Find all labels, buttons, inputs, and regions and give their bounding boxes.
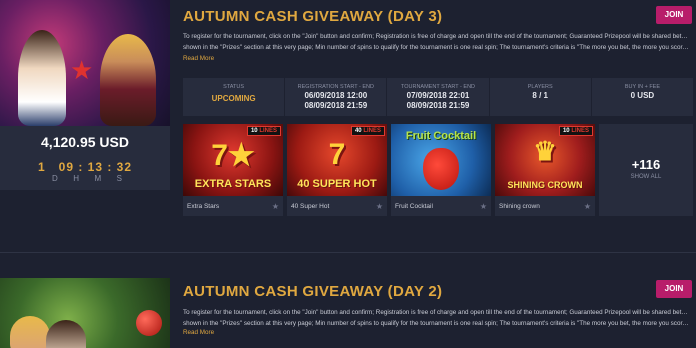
game-logo-text: EXTRA STARS [194, 178, 272, 190]
game-logo-text: Fruit Cocktail [405, 130, 477, 142]
stat-value: 08/09/2018 21:59 [406, 101, 470, 110]
countdown-timer: 1 09 : 13 : 32 [37, 160, 133, 174]
stat-status: STATUS UPCOMING [183, 78, 286, 116]
favorite-star-icon[interactable]: ★ [376, 202, 383, 211]
game-name: 40 Super Hot [291, 203, 330, 210]
stat-value: UPCOMING [211, 94, 256, 103]
apple-icon [136, 310, 162, 336]
princess-figure [46, 320, 86, 348]
description-line: To register for the tournament, click on… [183, 309, 691, 316]
game-thumbnail[interactable]: 40 LINES 7 40 SUPER HOT [287, 124, 387, 196]
game-name: Fruit Cocktail [395, 203, 433, 210]
seven-icon: 7 [328, 138, 346, 171]
timer-label-days: D [52, 174, 58, 183]
show-all-button[interactable]: +116 SHOW ALL [599, 124, 693, 216]
star-icon: ★ [70, 55, 94, 85]
tournament-description: To register for the tournament, click on… [183, 31, 691, 53]
stat-value: 06/09/2018 12:00 [304, 91, 368, 100]
stat-label: STATUS [223, 84, 245, 90]
game-thumbnail[interactable]: 10 LINES 7★ EXTRA STARS [183, 124, 283, 196]
timer-label-seconds: S [116, 174, 122, 183]
stat-value: 8 / 1 [532, 91, 548, 100]
stat-label: REGISTRATION START - END [297, 84, 374, 90]
timer-label-minutes: M [94, 174, 102, 183]
join-button[interactable]: JOIN [656, 280, 692, 298]
tournament-title: AUTUMN CASH GIVEAWAY (DAY 3) [183, 8, 443, 25]
stat-players: PLAYERS 8 / 1 [490, 78, 592, 116]
prize-panel: 4,120.95 USD 1 09 : 13 : 32 D H M S [0, 126, 170, 190]
tournament-card: AUTUMN CASH GIVEAWAY (DAY 2) JOIN To reg… [0, 278, 696, 348]
stat-label: BUY IN + FEE [624, 84, 661, 90]
stat-value: 08/09/2018 21:59 [304, 101, 368, 110]
card-divider [0, 252, 696, 253]
prince-figure [100, 34, 156, 126]
seven-icon: 7★ [211, 139, 255, 172]
stat-value: 07/09/2018 22:01 [406, 91, 470, 100]
crown-icon: ♛ [533, 136, 557, 166]
prince-figure [10, 316, 50, 348]
timer-label-hours: H [73, 174, 80, 183]
game-logo-text: 40 SUPER HOT [297, 178, 377, 190]
princess-figure [18, 30, 66, 126]
description-line: shown in the "Prizes" section at this ve… [183, 320, 691, 327]
stat-label: TOURNAMENT START - END [400, 84, 476, 90]
lines-badge: 10 LINES [246, 126, 281, 136]
game-thumbnail[interactable]: Fruit Cocktail [391, 124, 491, 196]
game-logo-text: SHINING CROWN [507, 180, 583, 190]
game-card-shining-crown[interactable]: 10 LINES ♛ SHINING CROWN Shining crown ★ [495, 124, 595, 216]
game-thumbnail[interactable]: 10 LINES ♛ SHINING CROWN [495, 124, 595, 196]
game-name: Shining crown [499, 203, 540, 210]
tournament-stats: STATUS UPCOMING REGISTRATION START - END… [183, 78, 693, 116]
timer-labels: D H M S [52, 174, 122, 183]
game-name: Extra Stars [187, 203, 220, 210]
tournament-description: To register for the tournament, click on… [183, 307, 691, 329]
favorite-star-icon[interactable]: ★ [480, 202, 487, 211]
stat-tournament-dates: TOURNAMENT START - END 07/09/2018 22:01 … [387, 78, 490, 116]
read-more-link[interactable]: Read More [183, 329, 214, 336]
more-games-count: +116 [631, 157, 661, 172]
game-list: 10 LINES 7★ EXTRA STARS Extra Stars ★ 40… [183, 124, 693, 216]
lines-badge: 10 LINES [558, 126, 593, 136]
strawberry-icon [423, 148, 459, 190]
tournament-title: AUTUMN CASH GIVEAWAY (DAY 2) [183, 283, 443, 300]
description-line: To register for the tournament, click on… [183, 33, 691, 40]
stat-registration: REGISTRATION START - END 06/09/2018 12:0… [285, 78, 388, 116]
show-all-label: SHOW ALL [630, 174, 662, 180]
join-button[interactable]: JOIN [656, 6, 692, 24]
read-more-link[interactable]: Read More [183, 55, 214, 62]
lines-badge: 40 LINES [350, 126, 385, 136]
stat-label: PLAYERS [527, 84, 553, 90]
tournament-banner-image[interactable] [0, 278, 170, 348]
favorite-star-icon[interactable]: ★ [584, 202, 591, 211]
game-card-40-super-hot[interactable]: 40 LINES 7 40 SUPER HOT 40 Super Hot ★ [287, 124, 387, 216]
stat-value: 0 USD [630, 91, 655, 100]
prize-amount: 4,120.95 USD [41, 134, 129, 150]
tournament-banner-image[interactable]: ★ [0, 0, 170, 126]
favorite-star-icon[interactable]: ★ [272, 202, 279, 211]
stat-buy-in: BUY IN + FEE 0 USD [592, 78, 693, 116]
tournament-card: ★ 4,120.95 USD 1 09 : 13 : 32 D H M S AU… [0, 0, 696, 232]
description-line: shown in the "Prizes" section at this ve… [183, 44, 691, 51]
game-card-extra-stars[interactable]: 10 LINES 7★ EXTRA STARS Extra Stars ★ [183, 124, 283, 216]
game-card-fruit-cocktail[interactable]: Fruit Cocktail Fruit Cocktail ★ [391, 124, 491, 216]
